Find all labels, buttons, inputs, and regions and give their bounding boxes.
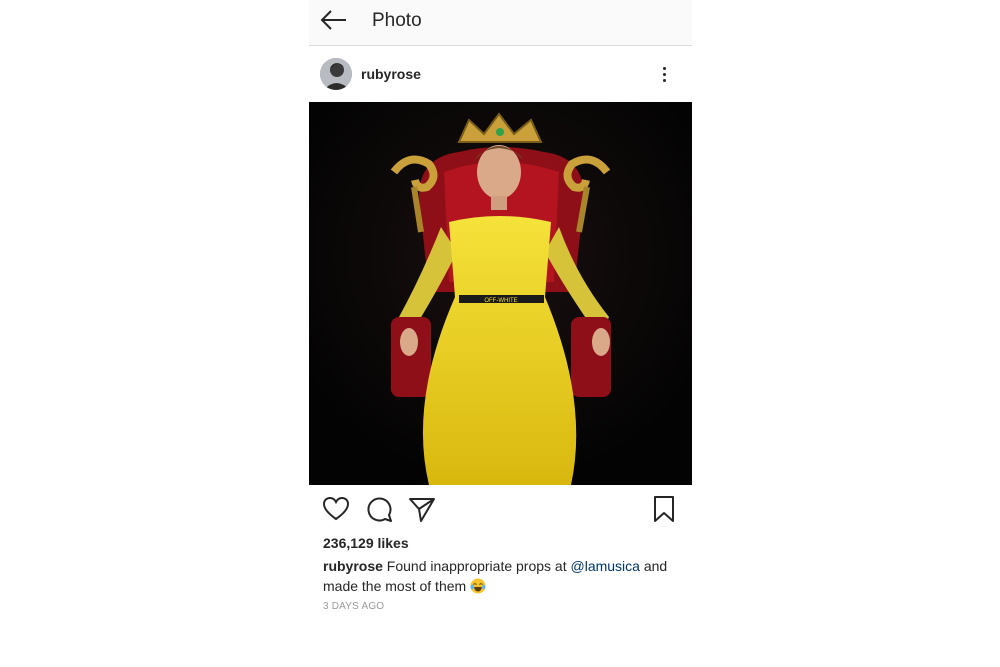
like-count[interactable]: 236,129 likes (323, 535, 409, 551)
caption-username[interactable]: rubyrose (323, 558, 383, 574)
caption-text-1: Found inappropriate props at (382, 558, 571, 574)
avatar[interactable] (320, 58, 352, 90)
top-bar: Photo (309, 0, 692, 46)
photo-image: OFF-WHITE (309, 102, 692, 485)
paper-plane-icon (409, 498, 435, 522)
post-actions (309, 494, 692, 526)
arrow-left-icon (320, 10, 346, 30)
post-header: rubyrose (309, 56, 692, 92)
avatar-image (320, 58, 352, 90)
speech-bubble-icon (367, 497, 392, 522)
more-options-button[interactable] (659, 64, 671, 84)
instagram-post-screen: Photo rubyrose OFF-WHITE 236,129 likes r… (309, 0, 692, 667)
comment-button[interactable] (364, 494, 394, 524)
save-button[interactable] (649, 494, 679, 524)
caption-mention-link[interactable]: @lamusica (571, 558, 640, 574)
back-button[interactable] (319, 8, 349, 34)
heart-outline-icon (322, 496, 350, 521)
post-photo[interactable]: OFF-WHITE (309, 102, 692, 485)
svg-text:OFF-WHITE: OFF-WHITE (484, 298, 517, 304)
tears-of-joy-emoji-icon (470, 578, 486, 594)
page-title: Photo (372, 10, 422, 31)
bookmark-outline-icon (654, 496, 674, 522)
post-caption: rubyrose Found inappropriate props at @l… (323, 556, 678, 596)
post-timestamp: 3 DAYS AGO (323, 601, 385, 612)
share-button[interactable] (407, 494, 437, 524)
like-button[interactable] (321, 494, 351, 524)
post-username[interactable]: rubyrose (361, 66, 421, 82)
